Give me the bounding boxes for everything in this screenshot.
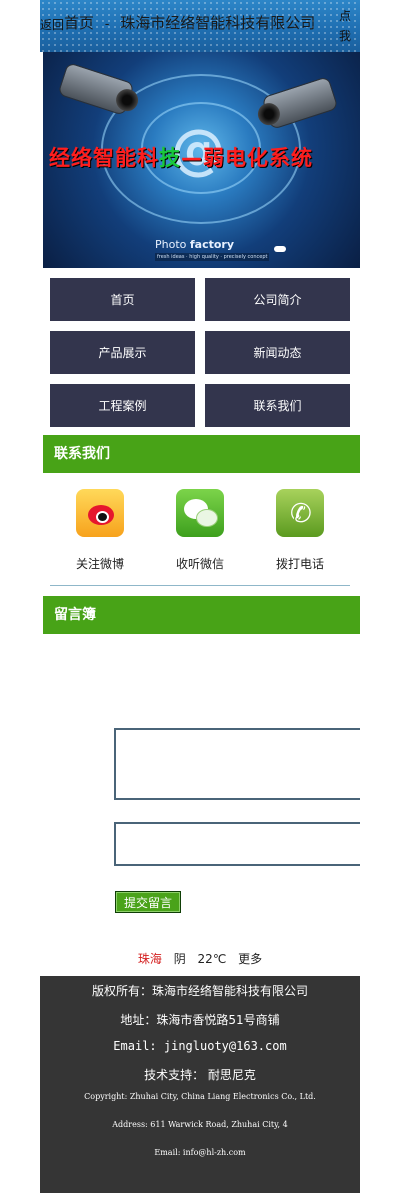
slide-indicator[interactable]	[274, 246, 286, 252]
corner-label-top: 点	[338, 9, 351, 23]
page-title: 首页 - 珠海市经络智能科技有限公司	[64, 12, 315, 33]
submit-message-button[interactable]: 提交留言	[115, 891, 181, 913]
camera-right-icon	[261, 76, 339, 130]
nav-item-cases[interactable]: 工程案例	[50, 384, 195, 427]
contact-item-phone[interactable]: ✆ 拨打电话	[250, 483, 350, 572]
slogan-part-2: 技	[159, 146, 181, 170]
title-separator: -	[104, 17, 110, 32]
nav-item-products[interactable]: 产品展示	[50, 331, 195, 374]
brand-tagline: fresh ideas · high quality · precisely c…	[155, 253, 270, 261]
nav-item-contact[interactable]: 联系我们	[205, 384, 350, 427]
footer-address-en: Address: 611 Warwick Road, Zhuhai City, …	[112, 1120, 288, 1129]
nav-item-about[interactable]: 公司简介	[205, 278, 350, 321]
footer-email: Email: jingluoty@163.com	[113, 1039, 287, 1053]
contact-label-weibo: 关注微博	[75, 557, 124, 571]
slogan-part-1: 经络智能科	[49, 146, 159, 170]
guestbook-contact-input[interactable]	[114, 822, 360, 866]
banner-slogan: 经络智能科技—弱电化系统	[49, 142, 313, 172]
company-title: 珠海市经络智能科技有限公司	[120, 14, 316, 32]
footer-support: 技术支持： 耐思尼克	[144, 1068, 256, 1082]
camera-left-icon	[57, 62, 135, 116]
footer-email-en: Email: info@hl-zh.com	[154, 1148, 246, 1157]
brand-prefix: Photo	[155, 238, 187, 251]
weather-temperature: 22℃	[197, 952, 227, 966]
weather-city[interactable]: 珠海	[138, 952, 162, 966]
contact-section-title: 联系我们	[43, 435, 360, 473]
contact-label-phone: 拨打电话	[275, 557, 324, 571]
nav-item-home[interactable]: 首页	[50, 278, 195, 321]
weather-more-link[interactable]: 更多	[238, 952, 262, 966]
contact-icons: 关注微博 收听微信 ✆ 拨打电话	[43, 483, 360, 578]
contact-item-weibo[interactable]: 关注微博	[50, 483, 150, 572]
weather-widget: 珠海 阴 22℃ 更多	[0, 950, 400, 967]
top-header: 返回 首页 - 珠海市经络智能科技有限公司 点 我	[40, 0, 360, 52]
footer-address: 地址：珠海市香悦路51号商铺	[120, 1013, 280, 1027]
corner-menu-button[interactable]: 点 我	[338, 6, 352, 46]
weather-condition: 阴	[173, 952, 186, 966]
corner-label-bottom: 我	[338, 29, 351, 43]
weibo-icon	[76, 489, 124, 537]
hero-banner[interactable]: @ 经络智能科技—弱电化系统 Photo factory fresh ideas…	[43, 52, 360, 268]
phone-icon: ✆	[276, 489, 324, 537]
wechat-icon	[176, 489, 224, 537]
footer-copyright-en: Copyright: Zhuhai City, China Liang Elec…	[84, 1092, 316, 1101]
home-link[interactable]: 首页	[64, 14, 94, 32]
brand-name: factory	[189, 238, 235, 251]
contact-item-wechat[interactable]: 收听微信	[150, 483, 250, 572]
guestbook-section-title: 留言簿	[43, 596, 360, 634]
page-footer: 版权所有：珠海市经络智能科技有限公司 地址：珠海市香悦路51号商铺 Email:…	[40, 976, 360, 1193]
photo-factory-logo: Photo factory	[155, 238, 234, 251]
slogan-part-3: —弱电化系统	[181, 146, 313, 170]
back-link[interactable]: 返回	[40, 16, 64, 33]
contact-label-wechat: 收听微信	[175, 557, 224, 571]
guestbook-message-textarea[interactable]	[114, 728, 360, 800]
footer-copyright: 版权所有：珠海市经络智能科技有限公司	[91, 984, 308, 998]
nav-item-news[interactable]: 新闻动态	[205, 331, 350, 374]
section-divider	[50, 585, 350, 586]
